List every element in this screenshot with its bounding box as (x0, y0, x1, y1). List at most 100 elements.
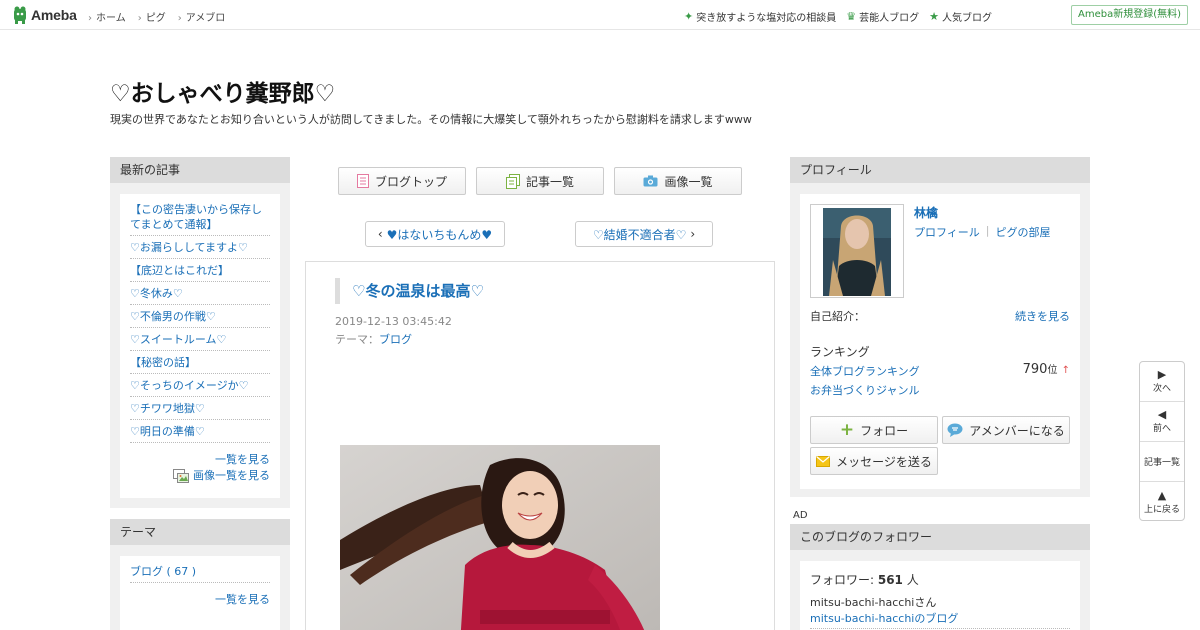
article-title[interactable]: ♡冬の温泉は最高♡ (335, 278, 484, 304)
follower-count-number: 561 (877, 573, 903, 587)
float-prev-label: 前へ (1152, 424, 1171, 434)
themes-heading: テーマ (110, 519, 290, 545)
latest-entries-heading: 最新の記事 (110, 157, 290, 183)
image-list-icon (173, 469, 189, 483)
nav-ameblo[interactable]: アメブロ (178, 9, 226, 24)
follower-name: mitsu-bachi-hacchiさん (810, 596, 937, 609)
float-list-label: 記事一覧 (1143, 458, 1180, 468)
next-entry-label: ♡結婚不適合者♡ (592, 227, 687, 242)
latest-entry[interactable]: 【この密告凄いから保存してまとめて通報】 (130, 194, 270, 236)
next-entry-button[interactable]: ♡結婚不適合者♡ › (575, 221, 713, 247)
prev-entry-button[interactable]: ‹ ♥はないちもんめ♥ (365, 221, 505, 247)
float-list-button[interactable]: 記事一覧 (1140, 442, 1184, 482)
triangle-up-icon: ▲ (1157, 488, 1167, 502)
latest-entry[interactable]: ♡冬休み♡ (130, 282, 270, 305)
header-link-advisor-label: 突き放すような塩対応の相談員 (696, 13, 837, 24)
profile-heading: プロフィール (790, 157, 1090, 183)
profile-box: プロフィール 林檎 プロフィール | ピグの部屋 自己紹介： 続きを見る ランキ… (790, 157, 1090, 497)
play-left-icon: ◀ (1157, 408, 1167, 421)
ranking-genre-link[interactable]: お弁当づくりジャンル (810, 382, 919, 398)
blog-title[interactable]: ♡おしゃべり糞野郎♡ (110, 74, 335, 108)
latest-entry[interactable]: ♡チワワ地獄♡ (130, 397, 270, 420)
rank-up-arrow-icon: ↑ (1061, 365, 1070, 376)
themes-box: テーマ ブログ ( 67 ) 一覧を見る (110, 519, 290, 630)
nav-pigg[interactable]: ピグ (138, 9, 166, 24)
message-button[interactable]: メッセージを送る (810, 447, 938, 475)
follower-count-label: フォロワー: (810, 573, 878, 587)
image-list-button[interactable]: 画像一覧 (614, 167, 742, 195)
themes-more-link[interactable]: 一覧を見る (215, 593, 270, 606)
profile-link[interactable]: プロフィール (914, 224, 980, 240)
avatar-photo (823, 208, 891, 296)
follower-blog-link[interactable]: mitsu-bachi-hacchiのブログ (810, 610, 1070, 629)
header-link-popular[interactable]: ★ 人気ブログ (929, 9, 992, 24)
amember-button[interactable]: アメンバーになる (942, 416, 1070, 444)
entry-list-icon (505, 173, 520, 189)
latest-entry[interactable]: ♡お漏らししてますよ♡ (130, 236, 270, 259)
ameba-logo[interactable]: Ameba (12, 6, 77, 24)
logo-text: Ameba (31, 7, 77, 23)
entry-list-button[interactable]: 記事一覧 (476, 167, 604, 195)
ranking-value: 790位 ↑ (1023, 361, 1070, 377)
entry-list-label: 記事一覧 (525, 174, 574, 189)
ranking-unit: 位 (1047, 365, 1058, 376)
article-theme-link[interactable]: ブログ (379, 333, 412, 346)
crown-icon: ♛ (846, 10, 857, 23)
latest-entry[interactable]: ♡そっちのイメージか♡ (130, 374, 270, 397)
header-link-popular-label: 人気ブログ (942, 13, 992, 24)
latest-entry[interactable]: 【底辺とはこれだ】 (130, 259, 270, 282)
header-link-advisor[interactable]: ✦ 突き放すような塩対応の相談員 (684, 9, 836, 24)
floating-nav: ▶ 次へ ◀ 前へ 記事一覧 ▲ 上に戻る (1139, 361, 1185, 521)
star-icon: ★ (929, 10, 939, 23)
speech-bubble-icon (947, 423, 963, 437)
blog-description: 現実の世界であなたとお知り合いという人が訪問してきました。その情報に大爆笑して顎… (110, 113, 752, 126)
article-photo-image (340, 445, 660, 630)
ranking-number: 790 (1022, 362, 1048, 377)
image-list-more-link[interactable]: 画像一覧を見る (193, 468, 270, 484)
float-next-label: 次へ (1152, 384, 1171, 394)
header-link-celebrity[interactable]: ♛ 芸能人ブログ (846, 9, 919, 24)
header-links: ✦ 突き放すような塩対応の相談員 ♛ 芸能人ブログ ★ 人気ブログ (684, 9, 992, 24)
latest-entry[interactable]: ♡不倫男の作戦♡ (130, 305, 270, 328)
nav-home[interactable]: ホーム (88, 9, 126, 24)
chevron-right-icon: › (690, 227, 696, 241)
ranking-all-link[interactable]: 全体ブログランキング (810, 363, 920, 379)
latest-entries-box: 最新の記事 【この密告凄いから保存してまとめて通報】 ♡お漏らししてますよ♡ 【… (110, 157, 290, 508)
latest-entry[interactable]: ♡明日の準備♡ (130, 420, 270, 443)
article-photo[interactable] (340, 445, 660, 630)
profile-name[interactable]: 林檎 (914, 204, 938, 221)
camera-icon (643, 175, 658, 187)
profile-content: 林檎 プロフィール | ピグの部屋 自己紹介： 続きを見る ランキング 全体ブロ… (800, 194, 1080, 489)
float-top-button[interactable]: ▲ 上に戻る (1140, 482, 1184, 522)
float-prev-button[interactable]: ◀ 前へ (1140, 402, 1184, 442)
themes-list: ブログ ( 67 ) 一覧を見る (120, 556, 280, 630)
entry-list-more-link[interactable]: 一覧を見る (215, 453, 270, 466)
latest-more-links: 一覧を見る 画像一覧を見る (130, 443, 270, 484)
theme-item-blog[interactable]: ブログ ( 67 ) (130, 556, 270, 583)
followers-content: フォロワー: 561 人 mitsu-bachi-hacchiさん mitsu-… (800, 561, 1080, 630)
pigg-room-link[interactable]: ピグの部屋 (996, 224, 1051, 240)
message-label: メッセージを送る (836, 454, 932, 469)
plus-icon: + (839, 420, 855, 440)
link-separator: | (985, 224, 990, 237)
float-next-button[interactable]: ▶ 次へ (1140, 362, 1184, 402)
avatar[interactable] (810, 204, 904, 298)
amember-label: アメンバーになる (969, 423, 1065, 438)
latest-entry[interactable]: ♡スイートルーム♡ (130, 328, 270, 351)
float-top-label: 上に戻る (1143, 504, 1180, 515)
register-button[interactable]: Ameba新規登録(無料) (1070, 5, 1188, 25)
envelope-icon (816, 455, 831, 467)
latest-entry[interactable]: 【秘密の話】 (130, 351, 270, 374)
profile-links: プロフィール | ピグの部屋 (914, 224, 1051, 240)
intro-more-link[interactable]: 続きを見る (1015, 308, 1070, 324)
global-header: Ameba ホーム ピグ アメブロ ✦ 突き放すような塩対応の相談員 ♛ 芸能人… (0, 0, 1200, 30)
follow-label: フォロー (860, 423, 909, 438)
ranking-label: ランキング (810, 345, 870, 359)
chevron-left-icon: ‹ (377, 227, 383, 241)
ad-label: AD (793, 510, 808, 521)
global-nav: ホーム ピグ アメブロ (88, 9, 225, 24)
follower-count: フォロワー: 561 人 (810, 561, 1070, 588)
follow-button[interactable]: + フォロー (810, 416, 938, 444)
blog-top-button[interactable]: ブログトップ (338, 167, 466, 195)
header-link-celebrity-label: 芸能人ブログ (859, 13, 920, 24)
